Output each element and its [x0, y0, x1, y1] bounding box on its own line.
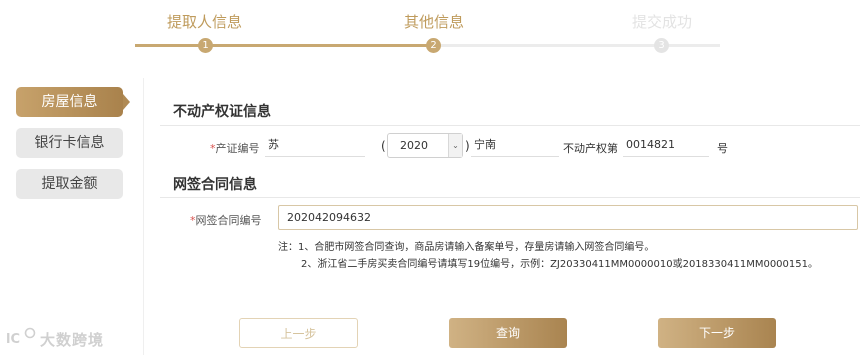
step-1-dot: 1 [198, 38, 213, 53]
sidebar-divider [143, 78, 144, 355]
contract-number-input[interactable]: 202042094632 [278, 205, 858, 230]
progress-stepper: 提取人信息 其他信息 提交成功 1 2 3 [0, 0, 865, 60]
active-pointer-icon [123, 94, 130, 110]
section-divider [160, 125, 860, 126]
city-input[interactable]: 宁南 [471, 133, 559, 157]
sidebar-item-bank-card-info[interactable]: 银行卡信息 [16, 128, 123, 158]
cert-middle-text: 不动产权第 [563, 142, 618, 155]
year-select[interactable]: 2020 ⌄ [387, 133, 463, 158]
watermark-text: 大数跨境 [40, 331, 105, 349]
cert-number-label: *产证编号 [210, 142, 260, 155]
year-select-value: 2020 [400, 139, 428, 152]
province-input[interactable]: 苏 [265, 133, 365, 157]
cert-number-input[interactable]: 0014821 [623, 133, 709, 157]
contract-section-title: 网签合同信息 [173, 177, 257, 193]
step-3-label: 提交成功 [632, 13, 693, 31]
property-section-title: 不动产权证信息 [173, 104, 271, 120]
brand-logo-icon: lC [6, 327, 36, 347]
note-line-2: 2、浙江省二手房买卖合同编号请填写19位编号，示例：ZJ20330411MM00… [301, 259, 818, 270]
contract-number-label: *网签合同编号 [190, 214, 262, 227]
query-button[interactable]: 查询 [449, 318, 567, 348]
svg-text:lC: lC [6, 332, 20, 347]
open-paren: ( [381, 139, 386, 153]
step-1-label: 提取人信息 [167, 13, 243, 31]
step-line-completed [135, 44, 432, 47]
next-step-button[interactable]: 下一步 [658, 318, 776, 348]
step-2-label: 其他信息 [404, 13, 465, 31]
sidebar-item-house-info[interactable]: 房屋信息 [16, 87, 123, 117]
watermark: lC 大数跨境 [6, 327, 116, 351]
sidebar-item-withdraw-amount[interactable]: 提取金额 [16, 169, 123, 199]
prev-step-button[interactable]: 上一步 [239, 318, 358, 348]
step-3-dot: 3 [654, 38, 669, 53]
section-divider [160, 197, 860, 198]
step-line-pending [432, 44, 720, 47]
chevron-down-icon: ⌄ [448, 134, 462, 157]
close-paren: ) [465, 139, 470, 153]
cert-suffix-text: 号 [717, 142, 728, 155]
step-2-dot: 2 [426, 38, 441, 53]
note-line-1: 注：1、合肥市网签合同查询，商品房请输入备案单号，存量房请输入网签合同编号。 [278, 242, 655, 253]
